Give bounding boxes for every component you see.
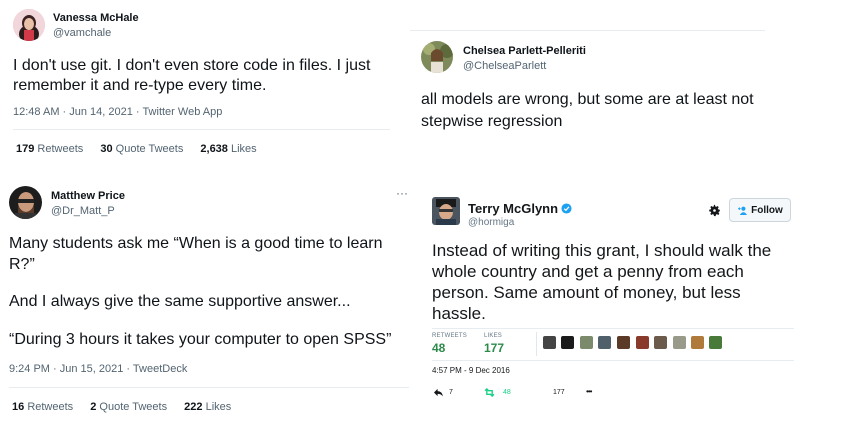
retweets-label: Retweets: [37, 143, 84, 155]
retweets-count[interactable]: 48: [432, 341, 445, 355]
display-name-terry[interactable]: Terry McGlynn: [468, 201, 558, 216]
quote-tweets-stat[interactable]: 30 Quote Tweets: [100, 143, 183, 155]
likes-label: Likes: [230, 143, 257, 155]
retweets-stat[interactable]: 16 Retweets: [12, 401, 73, 413]
avatar-vanessa-image: [13, 9, 45, 41]
retweets-label: RETWEETS: [432, 333, 467, 339]
tweet-text-line-2: whole country and get a penny from each: [432, 262, 744, 281]
follow-button[interactable]: Follow: [729, 198, 791, 222]
avatar-chelsea[interactable]: [421, 41, 453, 73]
liker-avatar[interactable]: [561, 336, 574, 349]
more-options-icon[interactable]: ···: [396, 186, 408, 200]
likes-label: Likes: [205, 401, 232, 413]
tweet-text-line-3: person. Same amount of money, but less: [432, 283, 741, 302]
tweet-text-line-1: Instead of writing this grant, I should …: [432, 241, 772, 260]
tweet-timestamp[interactable]: 4:57 PM - 9 Dec 2016: [432, 366, 510, 375]
quote-tweets-stat[interactable]: 2 Quote Tweets: [90, 401, 167, 413]
tweet-timestamp[interactable]: 9:24 PM · Jun 15, 2021 · TweetDeck: [9, 363, 187, 375]
tweet-stats: 179 Retweets 30 Quote Tweets 2,638 Likes: [16, 143, 271, 155]
quote-tweets-count: 2: [90, 401, 97, 413]
liker-avatar[interactable]: [654, 336, 667, 349]
avatar-vanessa[interactable]: [13, 9, 45, 41]
tweet-card-vanessa: Vanessa McHale @vamchale I don't use git…: [0, 0, 390, 165]
quote-tweets-label: Quote Tweets: [99, 401, 168, 413]
gear-icon[interactable]: [708, 204, 721, 217]
liker-avatar[interactable]: [580, 336, 593, 349]
tweet-text-line-3: And I always give the same supportive an…: [9, 293, 351, 310]
likes-count: 222: [184, 401, 203, 413]
liker-avatar[interactable]: [691, 336, 704, 349]
handle-matthew[interactable]: @Dr_Matt_P: [51, 205, 115, 217]
verified-badge-icon: [561, 203, 572, 214]
likes-label: LIKES: [484, 333, 503, 339]
more-options-icon[interactable]: •••: [586, 387, 592, 396]
tweet-card-matthew: Matthew Price @Dr_Matt_P ··· Many studen…: [0, 180, 415, 443]
likes-count[interactable]: 177: [484, 341, 504, 355]
display-name-vanessa[interactable]: Vanessa McHale: [53, 12, 139, 24]
retweets-count: 16: [12, 401, 25, 413]
tweet-text-line-2: stepwise regression: [421, 113, 563, 130]
retweet-count: 48: [503, 389, 511, 396]
handle-terry[interactable]: @hormiga: [468, 217, 514, 228]
handle-chelsea[interactable]: @ChelseaParlett: [463, 60, 546, 72]
display-name-chelsea[interactable]: Chelsea Parlett-Pelleriti: [463, 45, 586, 57]
handle-vanessa[interactable]: @vamchale: [53, 27, 111, 39]
retweets-count: 179: [16, 143, 35, 155]
tweet-text-line-1: I don't use git. I don't even store code…: [13, 57, 371, 74]
tweet-card-terry: Terry McGlynn @hormiga Follow Instead of…: [423, 186, 803, 411]
tweet-card-chelsea: Chelsea Parlett-Pelleriti @ChelseaParlet…: [410, 30, 770, 140]
reply-icon[interactable]: [433, 388, 444, 397]
retweets-label: Retweets: [27, 401, 74, 413]
stats-separator: [536, 332, 537, 356]
tweet-text-line-2: remember it and re-type every time.: [13, 77, 267, 94]
avatar-terry[interactable]: [432, 197, 460, 225]
likes-stat[interactable]: 2,638 Likes: [200, 143, 256, 155]
likes-count: 2,638: [200, 143, 228, 155]
like-count[interactable]: 177: [553, 389, 565, 396]
quote-tweets-label: Quote Tweets: [115, 143, 184, 155]
tweet-stats: 16 Retweets 2 Quote Tweets 222 Likes: [12, 401, 245, 413]
tweet-text-line-1: Many students ask me “When is a good tim…: [9, 235, 383, 252]
retweets-stat[interactable]: 179 Retweets: [16, 143, 83, 155]
card-top-border: [410, 30, 765, 31]
avatar-terry-image: [432, 197, 460, 225]
quote-tweets-count: 30: [100, 143, 113, 155]
tweet-text-line-4: “During 3 hours it takes your computer t…: [9, 331, 392, 348]
liker-avatar[interactable]: [598, 336, 611, 349]
tweet-text-line-1: all models are wrong, but some are at le…: [421, 91, 754, 108]
avatar-matthew-image: [9, 186, 42, 219]
likes-stat[interactable]: 222 Likes: [184, 401, 231, 413]
avatar-chelsea-image: [421, 41, 453, 73]
liker-avatar[interactable]: [617, 336, 630, 349]
liker-avatar[interactable]: [636, 336, 649, 349]
divider: [13, 129, 390, 130]
avatar-matthew[interactable]: [9, 186, 42, 219]
divider: [432, 360, 794, 361]
tweet-timestamp[interactable]: 12:48 AM · Jun 14, 2021 · Twitter Web Ap…: [13, 106, 222, 118]
liker-avatar[interactable]: [543, 336, 556, 349]
tweet-text-line-2: R?”: [9, 256, 35, 273]
reply-count: 7: [449, 389, 453, 396]
divider: [432, 328, 794, 329]
liker-avatar[interactable]: [673, 336, 686, 349]
display-name-matthew[interactable]: Matthew Price: [51, 190, 125, 202]
add-user-icon: [738, 206, 748, 215]
divider: [9, 387, 409, 388]
liker-avatar[interactable]: [709, 336, 722, 349]
retweet-icon[interactable]: [483, 388, 496, 397]
tweet-text-line-4: hassle.: [432, 304, 486, 323]
follow-label: Follow: [751, 204, 783, 216]
